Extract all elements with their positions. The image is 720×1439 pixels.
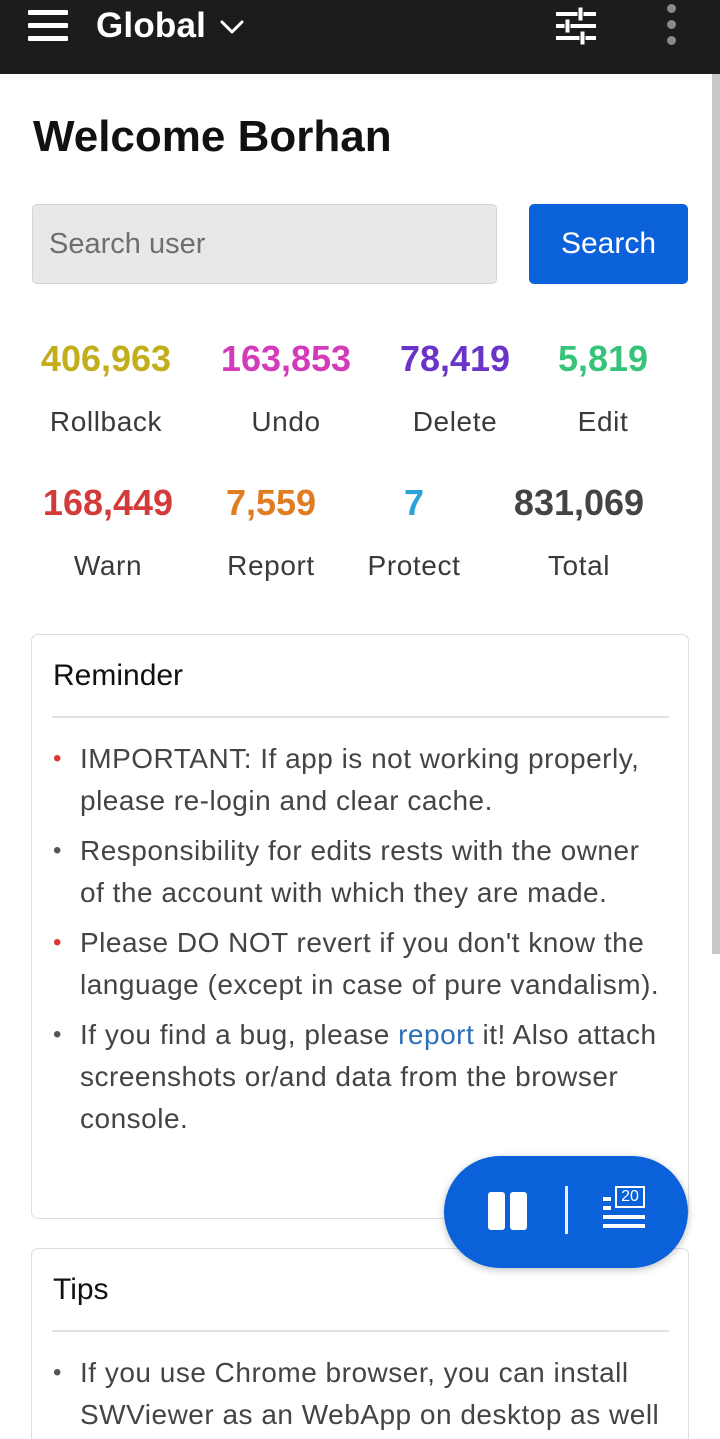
tips-item-text: If you use Chrome browser, you can insta… [80,1357,660,1430]
stat-warn-value: 168,449 [42,482,174,523]
reminder-item: • IMPORTANT: If app is not working prope… [52,738,672,822]
reminder-item-text: Responsibility for edits rests with the … [80,835,640,908]
tips-item: • If you use Chrome browser, you can ins… [52,1352,672,1436]
stat-rollback-value: 406,963 [40,338,172,379]
top-app-bar: Global [0,0,720,74]
stat-delete-value: 78,419 [399,338,511,379]
reminder-item-text: IMPORTANT: If app is not working properl… [80,743,640,816]
stat-total-value: 831,069 [513,482,645,523]
tips-title: Tips [53,1273,109,1306]
reminder-list: • IMPORTANT: If app is not working prope… [52,738,672,1148]
stat-undo-value: 163,853 [220,338,352,379]
queue-list-icon[interactable]: 20 [602,1184,648,1232]
reminder-card: Reminder • IMPORTANT: If app is not work… [31,634,689,1219]
stat-edit-label: Edit [577,406,629,437]
reminder-item: • Please DO NOT revert if you don't know… [52,922,672,1006]
bullet-icon: • [53,745,62,772]
stat-total-label: Total [547,550,611,581]
stat-warn-label: Warn [73,550,143,581]
stat-report-value: 7,559 [225,482,317,523]
project-title: Global [96,6,207,45]
stat-delete-label: Delete [412,406,498,437]
reminder-title: Reminder [53,659,184,692]
reminder-item-text-before: If you find a bug, please [80,1019,399,1050]
bullet-icon: • [53,1021,62,1048]
pill-divider [565,1186,568,1234]
project-selector[interactable]: Global [96,4,244,48]
stat-report-label: Report [227,550,315,581]
bullet-icon: • [53,1359,62,1386]
chevron-down-icon [220,20,244,34]
search-user-input[interactable] [32,204,497,284]
reminder-item-text: Please DO NOT revert if you don't know t… [80,927,660,1000]
bullet-icon: • [53,837,62,864]
more-vertical-icon[interactable] [660,4,682,48]
queue-count-badge: 20 [615,1186,645,1208]
floating-controls: 20 [444,1156,688,1268]
sliders-icon[interactable] [556,6,596,46]
stat-protect-value: 7 [403,482,425,523]
reminder-divider [52,716,669,718]
pause-icon[interactable] [488,1192,530,1234]
welcome-heading: Welcome Borhan [33,112,392,161]
reminder-item: • If you find a bug, please report it! A… [52,1014,672,1140]
reminder-item: • Responsibility for edits rests with th… [52,830,672,914]
scrollbar[interactable] [712,74,720,954]
hamburger-icon[interactable] [28,10,68,42]
bullet-icon: • [53,929,62,956]
stat-edit-value: 5,819 [557,338,649,379]
tips-card: Tips • If you use Chrome browser, you ca… [31,1248,689,1439]
tips-divider [52,1330,669,1332]
stat-protect-label: Protect [367,550,461,581]
stat-rollback-label: Rollback [49,406,163,437]
search-button[interactable]: Search [529,204,688,284]
report-link[interactable]: report [398,1019,474,1050]
tips-list: • If you use Chrome browser, you can ins… [52,1352,672,1439]
stat-undo-label: Undo [251,406,321,437]
